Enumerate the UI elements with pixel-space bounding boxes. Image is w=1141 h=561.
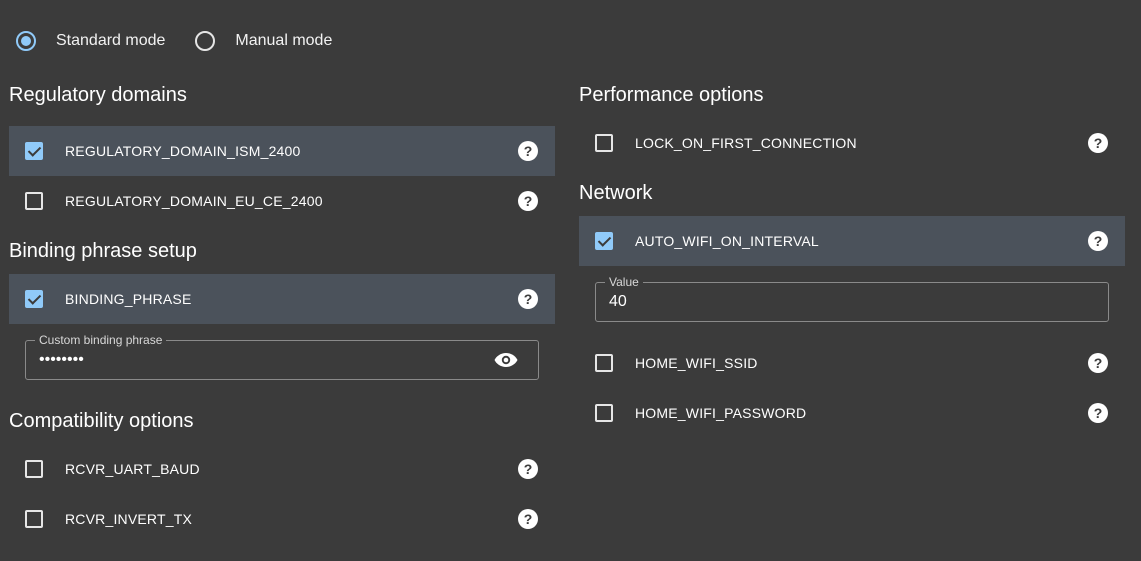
help-icon[interactable]: ? — [1088, 353, 1108, 373]
standard-mode-label: Standard mode — [56, 32, 166, 49]
help-icon[interactable]: ? — [518, 141, 538, 161]
binding-phrase-heading: Binding phrase setup — [9, 240, 197, 262]
performance-options-heading: Performance options — [579, 84, 764, 106]
option-label: BINDING_PHRASE — [65, 291, 192, 307]
checkbox-home-wifi-password[interactable] — [595, 404, 613, 422]
eye-icon[interactable] — [494, 351, 518, 369]
option-label: REGULATORY_DOMAIN_EU_CE_2400 — [65, 193, 323, 209]
regulatory-domains-heading: Regulatory domains — [9, 84, 187, 106]
option-auto-wifi-on-interval[interactable]: AUTO_WIFI_ON_INTERVAL ? — [579, 216, 1125, 266]
help-icon[interactable]: ? — [518, 509, 538, 529]
help-icon[interactable]: ? — [1088, 133, 1108, 153]
mode-selector: Standard mode Manual mode — [16, 29, 362, 53]
auto-wifi-interval-field: Value — [595, 275, 1109, 322]
option-home-wifi-password[interactable]: HOME_WIFI_PASSWORD ? — [579, 388, 1125, 438]
compatibility-options-heading: Compatibility options — [9, 410, 194, 432]
checkbox-lock-on-first-connection[interactable] — [595, 134, 613, 152]
checkbox-rcvr-uart-baud[interactable] — [25, 460, 43, 478]
option-rcvr-invert-tx[interactable]: RCVR_INVERT_TX ? — [9, 494, 555, 544]
checkbox-binding-phrase[interactable] — [25, 290, 43, 308]
checkbox-regulatory-domain-ism-2400[interactable] — [25, 142, 43, 160]
help-icon[interactable]: ? — [1088, 403, 1108, 423]
option-label: AUTO_WIFI_ON_INTERVAL — [635, 233, 819, 249]
standard-mode-radio[interactable] — [16, 31, 36, 51]
settings-page: Standard mode Manual mode Regulatory dom… — [0, 0, 1141, 561]
option-label: REGULATORY_DOMAIN_ISM_2400 — [65, 143, 301, 159]
option-home-wifi-ssid[interactable]: HOME_WIFI_SSID ? — [579, 338, 1125, 388]
binding-phrase-input[interactable] — [39, 351, 488, 369]
checkbox-home-wifi-ssid[interactable] — [595, 354, 613, 372]
auto-wifi-interval-field-label: Value — [605, 275, 643, 289]
option-rcvr-uart-baud[interactable]: RCVR_UART_BAUD ? — [9, 444, 555, 494]
manual-mode-label: Manual mode — [235, 32, 333, 49]
option-regulatory-domain-ism-2400[interactable]: REGULATORY_DOMAIN_ISM_2400 ? — [9, 126, 555, 176]
standard-mode-option[interactable]: Standard mode — [16, 31, 165, 51]
option-label: RCVR_INVERT_TX — [65, 511, 193, 527]
checkbox-auto-wifi-on-interval[interactable] — [595, 232, 613, 250]
option-label: HOME_WIFI_SSID — [635, 355, 758, 371]
binding-phrase-field-label: Custom binding phrase — [35, 333, 167, 347]
network-heading: Network — [579, 182, 653, 204]
manual-mode-option[interactable]: Manual mode — [195, 31, 332, 51]
help-icon[interactable]: ? — [518, 191, 538, 211]
option-regulatory-domain-eu-ce-2400[interactable]: REGULATORY_DOMAIN_EU_CE_2400 ? — [9, 176, 555, 226]
binding-phrase-field: Custom binding phrase — [25, 333, 539, 380]
help-icon[interactable]: ? — [518, 459, 538, 479]
option-label: HOME_WIFI_PASSWORD — [635, 405, 807, 421]
auto-wifi-interval-input[interactable] — [609, 293, 1058, 311]
help-icon[interactable]: ? — [518, 289, 538, 309]
option-binding-phrase[interactable]: BINDING_PHRASE ? — [9, 274, 555, 324]
checkbox-rcvr-invert-tx[interactable] — [25, 510, 43, 528]
checkbox-regulatory-domain-eu-ce-2400[interactable] — [25, 192, 43, 210]
help-icon[interactable]: ? — [1088, 231, 1108, 251]
manual-mode-radio[interactable] — [195, 31, 216, 51]
option-label: RCVR_UART_BAUD — [65, 461, 200, 477]
option-lock-on-first-connection[interactable]: LOCK_ON_FIRST_CONNECTION ? — [579, 118, 1125, 168]
option-label: LOCK_ON_FIRST_CONNECTION — [635, 135, 857, 151]
